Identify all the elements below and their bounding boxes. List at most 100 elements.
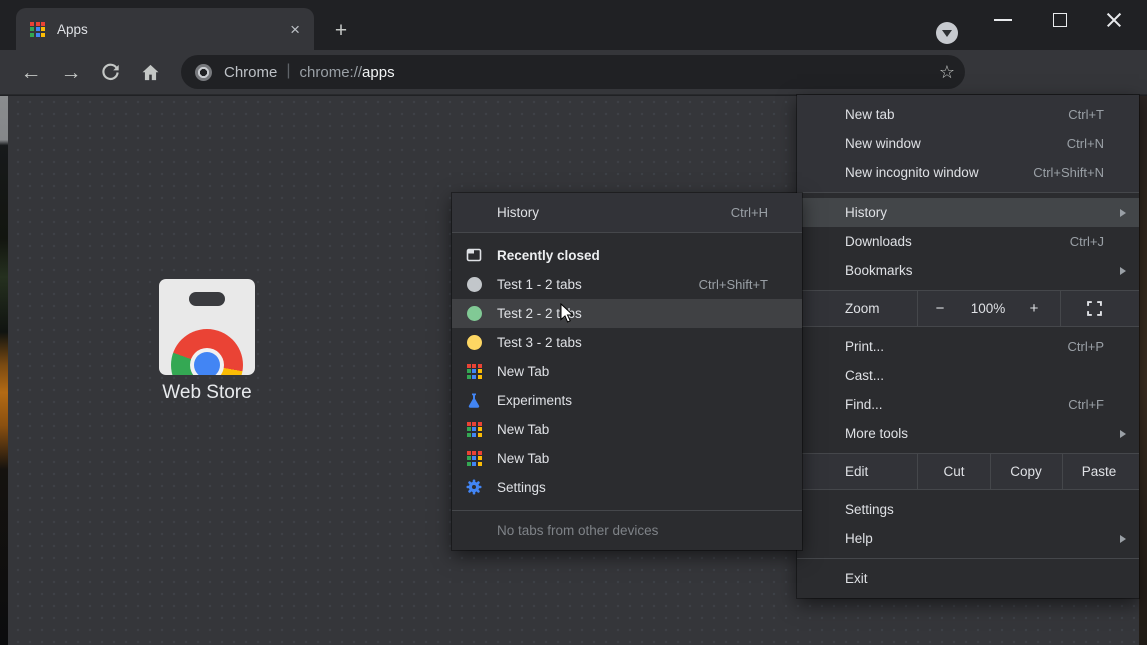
menu-label: Help [845,531,873,546]
back-icon[interactable]: ← [14,50,48,95]
menu-item-new-window[interactable]: New window Ctrl+N [797,129,1139,158]
url-host: apps [362,64,395,81]
chevron-down-icon [942,30,952,37]
url-scheme: chrome:// [300,64,363,81]
menu-shortcut: Ctrl+H [731,205,768,220]
menu-label: Bookmarks [845,263,913,278]
submenu-arrow-icon [1120,267,1126,275]
gray-circle-icon [464,274,484,294]
menu-label: New Tab [497,422,549,437]
menu-vertical-separator [1062,454,1063,489]
menu-shortcut: Ctrl+F [1068,397,1104,412]
menu-label: New incognito window [845,165,979,180]
menu-item-history[interactable]: History [797,198,1139,227]
menu-item-print[interactable]: Print... Ctrl+P [797,332,1139,361]
chrome-page-icon [195,64,212,81]
window-close-button[interactable] [1106,12,1122,28]
edit-paste-button[interactable]: Paste [1069,464,1129,479]
menu-item-help[interactable]: Help [797,524,1139,553]
menu-label: Exit [845,571,868,586]
menu-shortcut: Ctrl+J [1070,234,1104,249]
edit-cut-button[interactable]: Cut [924,464,984,479]
menu-item-bookmarks[interactable]: Bookmarks [797,256,1139,285]
submenu-item-new-tab[interactable]: New Tab [452,444,802,473]
menu-label: Experiments [497,393,572,408]
submenu-item-session-test2[interactable]: Test 2 - 2 tabs [452,299,802,328]
tab-title: Apps [57,22,88,37]
minimize-button[interactable] [994,19,1012,21]
webstore-bag-handle [189,292,225,306]
web-store-label[interactable]: Web Store [109,382,305,404]
apps-grid-icon [464,448,484,468]
menu-label: History [497,205,539,220]
edit-copy-button[interactable]: Copy [996,464,1056,479]
menu-label: Recently closed [497,248,600,263]
menu-label: No tabs from other devices [497,523,658,538]
menu-item-cast[interactable]: Cast... [797,361,1139,390]
mouse-cursor [560,303,576,325]
maximize-button[interactable] [1053,13,1067,27]
menu-label: Find... [845,397,883,412]
zoom-in-button[interactable]: + [1023,300,1045,317]
submenu-item-session-test3[interactable]: Test 3 - 2 tabs [452,328,802,357]
menu-label: More tools [845,426,908,441]
desktop-wallpaper-right [1139,96,1147,645]
apps-grid-icon [464,361,484,381]
reload-icon[interactable] [101,63,120,82]
desktop-wallpaper-left [0,96,8,645]
url-separator: | [286,62,290,80]
menu-item-downloads[interactable]: Downloads Ctrl+J [797,227,1139,256]
submenu-item-history[interactable]: History Ctrl+H [452,198,802,227]
new-tab-button[interactable]: + [328,18,354,44]
submenu-arrow-icon [1120,209,1126,217]
menu-item-more-tools[interactable]: More tools [797,419,1139,448]
menu-item-exit[interactable]: Exit [797,564,1139,593]
submenu-item-settings[interactable]: Settings [452,473,802,502]
tab-search-button[interactable] [936,22,958,44]
menu-item-zoom: Zoom − 100% + [797,294,1139,323]
bookmark-star-icon[interactable]: ☆ [939,62,955,83]
menu-shortcut: Ctrl+Shift+T [699,277,768,292]
menu-label: Cast... [845,368,884,383]
menu-shortcut: Ctrl+P [1068,339,1104,354]
menu-item-find[interactable]: Find... Ctrl+F [797,390,1139,419]
menu-vertical-separator [990,454,991,489]
history-submenu: History Ctrl+H Recently closed Test 1 - … [452,193,802,550]
fullscreen-icon[interactable] [1087,301,1102,316]
menu-label: History [845,205,887,220]
tab-apps[interactable]: Apps × [16,8,314,50]
menu-label: New tab [845,107,895,122]
submenu-arrow-icon [1120,535,1126,543]
tab-close-icon[interactable]: × [290,21,300,38]
menu-item-new-incognito-window[interactable]: New incognito window Ctrl+Shift+N [797,158,1139,187]
submenu-item-new-tab[interactable]: New Tab [452,415,802,444]
submenu-item-session-test1[interactable]: Test 1 - 2 tabs Ctrl+Shift+T [452,270,802,299]
submenu-item-new-tab[interactable]: New Tab [452,357,802,386]
zoom-level-value: 100% [958,301,1018,316]
zoom-out-button[interactable]: − [929,300,951,317]
menu-label: Test 1 - 2 tabs [497,277,582,292]
flask-icon [464,390,484,410]
address-bar[interactable]: Chrome | chrome:// apps ☆ [181,55,965,89]
menu-label: Settings [497,480,546,495]
menu-item-new-tab[interactable]: New tab Ctrl+T [797,100,1139,129]
menu-label: Downloads [845,234,912,249]
apps-grid-icon [464,419,484,439]
window-icon [464,245,484,265]
forward-icon[interactable]: → [54,50,88,95]
submenu-item-experiments[interactable]: Experiments [452,386,802,415]
menu-vertical-separator [1060,291,1061,326]
submenu-arrow-icon [1120,430,1126,438]
home-icon[interactable] [141,63,160,82]
submenu-item-recently-closed: Recently closed [452,241,802,270]
menu-label: Settings [845,502,894,517]
menu-item-settings[interactable]: Settings [797,495,1139,524]
menu-shortcut: Ctrl+Shift+N [1033,165,1104,180]
apps-grid-favicon-icon [30,22,45,37]
menu-label: Print... [845,339,884,354]
gear-icon [464,477,484,497]
webstore-chrome-logo [171,329,243,375]
web-store-app-icon[interactable] [159,279,255,375]
menu-shortcut: Ctrl+N [1067,136,1104,151]
menu-vertical-separator [917,291,918,326]
